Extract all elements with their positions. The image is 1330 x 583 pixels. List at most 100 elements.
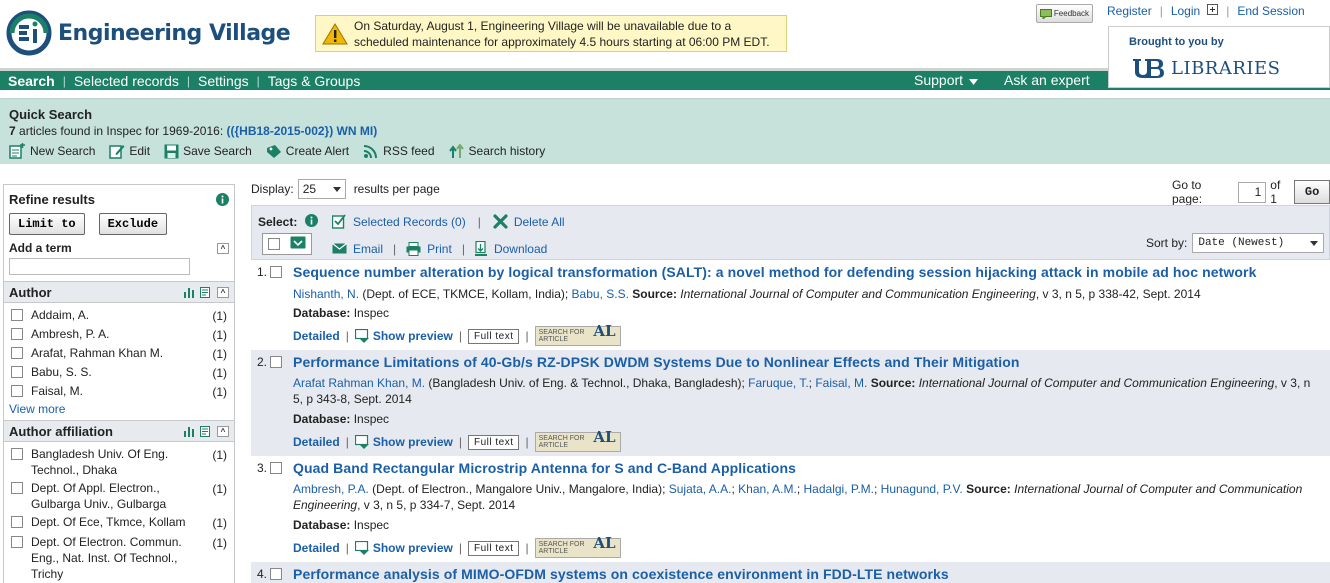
result-checkbox[interactable]: [270, 568, 282, 580]
info-icon[interactable]: [216, 192, 229, 206]
save-search-button[interactable]: Save Search: [164, 144, 252, 159]
export-list-icon[interactable]: [200, 286, 212, 298]
author-facet-item[interactable]: Ambresh, P. A. (1): [4, 326, 234, 345]
author-link[interactable]: Faruque, T.: [748, 376, 808, 390]
result-title-link[interactable]: Performance analysis of MIMO-OFDM system…: [293, 566, 949, 582]
end-session-link[interactable]: End Session: [1237, 4, 1304, 18]
feedback-button[interactable]: Feedback: [1036, 4, 1093, 23]
create-alert-button[interactable]: Create Alert: [266, 144, 349, 159]
delete-all-link[interactable]: Delete All: [514, 215, 565, 229]
page-number-input[interactable]: 1: [1238, 181, 1267, 203]
search-for-article-button[interactable]: SEARCH FOR ARTICLE AL: [534, 430, 621, 452]
search-query-link[interactable]: (({HB18-2015-002}) WN MI): [226, 124, 377, 138]
register-link[interactable]: Register: [1107, 4, 1152, 18]
result-title-link[interactable]: Sequence number alteration by logical tr…: [293, 264, 1256, 280]
author-link[interactable]: Khan, A.M.: [738, 482, 797, 496]
detailed-link[interactable]: Detailed: [293, 329, 340, 343]
show-preview-link[interactable]: Show preview: [354, 435, 453, 449]
author-facet-item[interactable]: Arafat, Rahman Khan M. (1): [4, 345, 234, 364]
select-all-control[interactable]: [262, 233, 312, 255]
result-checkbox[interactable]: [270, 356, 282, 368]
facet-checkbox[interactable]: [11, 366, 23, 378]
search-for-article-button[interactable]: SEARCH FOR ARTICLE AL: [534, 536, 621, 558]
author-link[interactable]: Nishanth, N.: [293, 287, 359, 301]
author-link[interactable]: Babu, S.S.: [572, 287, 629, 301]
facet-checkbox[interactable]: [11, 448, 23, 460]
search-history-button[interactable]: Search history: [448, 143, 545, 159]
limit-to-button[interactable]: Limit to: [9, 213, 85, 235]
print-link[interactable]: Print: [427, 242, 452, 256]
selected-records-link[interactable]: Selected Records (0): [353, 215, 466, 229]
collapse-icon[interactable]: ^: [217, 242, 229, 254]
sort-select[interactable]: Date (Newest): [1192, 233, 1325, 253]
author-link[interactable]: Hadalgi, P.M.: [804, 482, 874, 496]
facet-checkbox[interactable]: [11, 516, 23, 528]
author-link[interactable]: Arafat Rahman Khan, M.: [293, 376, 425, 390]
bar-chart-icon[interactable]: [183, 287, 195, 298]
result-title-link[interactable]: Quad Band Rectangular Microstrip Antenna…: [293, 460, 796, 476]
select-options-icon[interactable]: [290, 236, 306, 252]
show-preview-link[interactable]: Show preview: [354, 329, 453, 343]
affiliation-facet-item[interactable]: Dept. Of Ece, Tkmce, Kollam (1): [4, 514, 234, 533]
affiliation-facet-item[interactable]: Bangladesh Univ. Of Eng. Technol., Dhaka…: [4, 446, 234, 478]
collapse-icon[interactable]: ^: [217, 425, 229, 437]
author-link[interactable]: Sujata, A.A.: [669, 482, 732, 496]
author-facet-item[interactable]: Babu, S. S. (1): [4, 364, 234, 383]
affiliation-facet-item[interactable]: Dept. Of Electron. Commun. Eng., Nat. In…: [4, 534, 234, 582]
nav-tags-groups[interactable]: Tags & Groups: [260, 73, 369, 89]
maintenance-line-2: scheduled maintenance for approximately …: [354, 34, 770, 49]
facet-checkbox[interactable]: [11, 482, 23, 494]
login-expand-icon[interactable]: [1207, 4, 1219, 18]
ub-libraries-logo[interactable]: LIBRARIES: [1131, 57, 1280, 79]
per-page-select[interactable]: 25: [297, 179, 346, 199]
full-text-button[interactable]: Full text: [467, 434, 520, 450]
result-title-link[interactable]: Performance Limitations of 40-Gb/s RZ-DP…: [293, 354, 1020, 370]
select-all-checkbox[interactable]: [268, 238, 280, 250]
edit-button[interactable]: Edit: [109, 143, 150, 159]
nav-support[interactable]: Support: [906, 72, 965, 88]
login-link[interactable]: Login: [1171, 4, 1200, 18]
result-checkbox[interactable]: [270, 266, 282, 278]
author-facet-item[interactable]: Addaim, A. (1): [4, 307, 234, 326]
bar-chart-icon[interactable]: [183, 426, 195, 437]
author-link[interactable]: Faisal, M.: [815, 376, 867, 390]
author-link[interactable]: Hunagund, P.V.: [881, 482, 963, 496]
feedback-label: Feedback: [1053, 9, 1090, 18]
go-button[interactable]: Go: [1294, 180, 1330, 204]
facet-checkbox[interactable]: [11, 347, 23, 359]
facet-checkbox[interactable]: [11, 385, 23, 397]
collapse-icon[interactable]: ^: [217, 286, 229, 298]
search-for-article-button[interactable]: SEARCH FOR ARTICLE AL: [534, 324, 621, 346]
author-link[interactable]: Ambresh, P.A.: [293, 482, 369, 496]
new-search-button[interactable]: New Search: [9, 143, 95, 159]
facet-count: (1): [212, 328, 227, 342]
show-preview-link[interactable]: Show preview: [354, 541, 453, 555]
add-term-input[interactable]: [9, 258, 190, 275]
detailed-link[interactable]: Detailed: [293, 435, 340, 449]
search-tools: New Search Edit Save Search Create Alert…: [9, 143, 545, 159]
nav-ask-expert[interactable]: Ask an expert: [996, 72, 1098, 88]
rss-feed-button[interactable]: RSS feed: [363, 144, 435, 159]
logo[interactable]: Engineering Village: [6, 10, 291, 56]
email-link[interactable]: Email: [353, 242, 383, 256]
affiliation-facet-item[interactable]: Dept. Of Appl. Electron., Gulbarga Univ.…: [4, 480, 234, 512]
page-navigation: Go to page: 1 of 1 Go: [1172, 178, 1330, 206]
facet-checkbox[interactable]: [11, 309, 23, 321]
author-facet-item[interactable]: Faisal, M. (1): [4, 383, 234, 402]
delete-x-icon[interactable]: [493, 214, 508, 229]
view-more-link[interactable]: View more: [9, 402, 65, 416]
exclude-button[interactable]: Exclude: [98, 213, 168, 235]
full-text-button[interactable]: Full text: [467, 328, 520, 344]
download-link[interactable]: Download: [494, 242, 547, 256]
facet-checkbox[interactable]: [11, 328, 23, 340]
detailed-link[interactable]: Detailed: [293, 541, 340, 555]
nav-selected-records[interactable]: Selected records: [66, 73, 187, 89]
chevron-down-icon[interactable]: [969, 72, 979, 88]
full-text-button[interactable]: Full text: [467, 540, 520, 556]
nav-search[interactable]: Search: [0, 73, 63, 89]
facet-checkbox[interactable]: [11, 536, 23, 548]
info-icon[interactable]: [305, 214, 318, 230]
nav-settings[interactable]: Settings: [190, 73, 257, 89]
export-list-icon[interactable]: [200, 425, 212, 437]
result-checkbox[interactable]: [270, 462, 282, 474]
